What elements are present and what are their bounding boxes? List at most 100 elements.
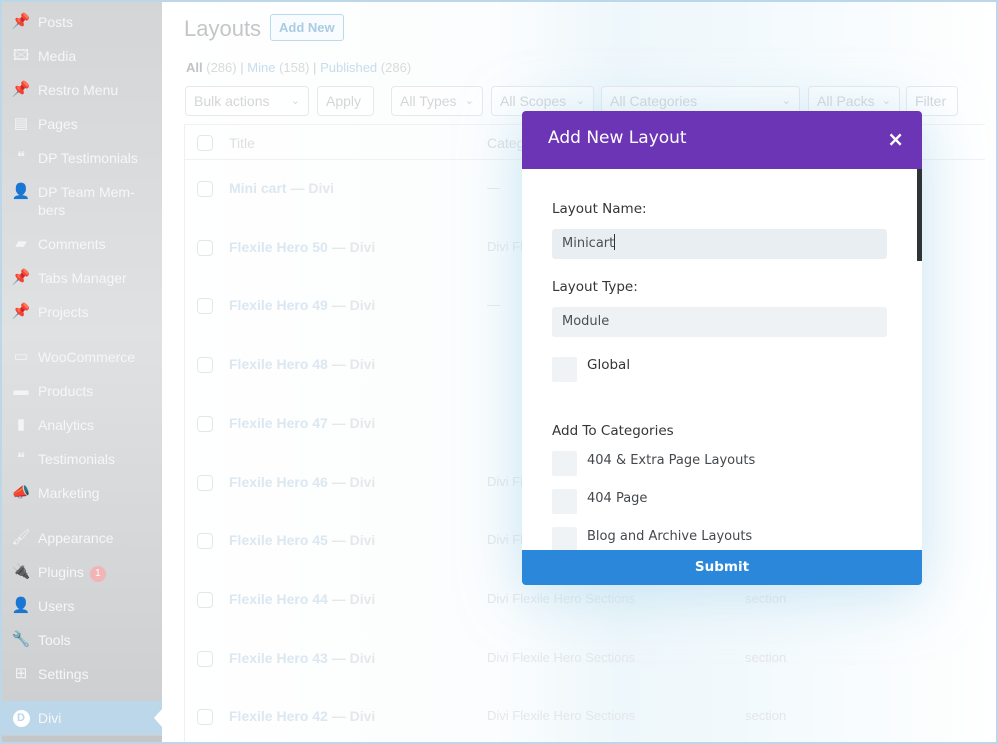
row-title-link[interactable]: Flexile Hero 45 — Divi xyxy=(229,532,375,548)
settings-icon: ⊞ xyxy=(14,665,28,682)
layout-type-select[interactable]: Module xyxy=(552,307,887,337)
all-categories-label: All Categories xyxy=(610,93,698,109)
sidebar-label-text: Plugins xyxy=(38,564,84,580)
row-title: Flexile Hero 48 xyxy=(229,356,328,373)
modal-scrollbar[interactable] xyxy=(917,169,922,261)
bulk-actions-select[interactable]: Bulk actions ⌄ xyxy=(185,86,309,116)
category-checkbox[interactable] xyxy=(552,451,577,476)
sidebar-item-products[interactable]: ▬ Products xyxy=(2,382,162,400)
sidebar-label-text: Tabs Manager xyxy=(38,270,127,286)
sidebar-item-media[interactable]: 🖾 Media xyxy=(2,47,162,65)
row-title-link[interactable]: Flexile Hero 49 — Divi xyxy=(229,297,375,313)
row-title-link[interactable]: Flexile Hero 47 — Divi xyxy=(229,415,375,431)
sidebar-item-woocommerce[interactable]: ▭ WooCommerce xyxy=(2,348,162,366)
apply-button[interactable]: Apply xyxy=(317,86,374,116)
sidebar-item-label: Pages xyxy=(38,115,148,133)
sidebar-item-label: DP Team Mem-bers xyxy=(38,183,148,219)
row-title-link[interactable]: Flexile Hero 48 — Divi xyxy=(229,356,375,372)
row-category: Divi Flexile Hero Sections xyxy=(487,708,636,724)
apply-label: Apply xyxy=(326,93,362,109)
row-title: Flexile Hero 46 xyxy=(229,473,328,490)
sidebar-item-tabs-manager[interactable]: 📌 Tabs Manager xyxy=(2,269,162,287)
view-filters: All (286) | Mine (158) | Published (286) xyxy=(186,60,411,75)
row-checkbox[interactable] xyxy=(197,415,213,432)
row-title-link[interactable]: Flexile Hero 44 — Divi xyxy=(229,591,375,607)
sidebar-item-label: Restro Menu xyxy=(38,81,148,99)
sidebar-item-marketing[interactable]: 📣 Marketing xyxy=(2,484,162,502)
global-checkbox[interactable] xyxy=(552,357,577,382)
category-checkbox[interactable] xyxy=(552,527,577,552)
row-checkbox[interactable] xyxy=(197,239,213,256)
chevron-down-icon: ⌄ xyxy=(464,95,474,107)
quote-icon: ❝ xyxy=(16,149,26,166)
user-icon: 👤 xyxy=(11,597,31,614)
row-title-link[interactable]: Mini cart — Divi xyxy=(229,180,334,196)
sidebar-item-dp-team-mem-bers[interactable]: 👤 DP Team Mem-bers xyxy=(2,183,162,219)
column-title[interactable]: Title xyxy=(229,135,255,151)
sidebar-item-divi[interactable]: D Divi xyxy=(2,701,162,735)
row-checkbox[interactable] xyxy=(197,298,213,315)
plugin-icon: 🔌 xyxy=(11,563,31,580)
sidebar-label-text: Pages xyxy=(38,116,78,132)
sidebar-item-testimonials[interactable]: ❝ Testimonials xyxy=(2,450,162,468)
sidebar-item-tools[interactable]: 🔧 Tools xyxy=(2,631,162,649)
row-category: — xyxy=(487,180,500,195)
row-title-link[interactable]: Flexile Hero 43 — Divi xyxy=(229,650,375,666)
row-checkbox[interactable] xyxy=(197,181,213,197)
all-types-select[interactable]: All Types ⌄ xyxy=(391,86,483,116)
layout-name-label: Layout Name: xyxy=(552,201,647,217)
sidebar-label-text: Testimonials xyxy=(38,451,116,467)
modal-header: Add New Layout × xyxy=(522,111,922,169)
row-checkbox[interactable] xyxy=(197,709,213,726)
all-packs-label: All Packs xyxy=(817,93,875,109)
filter-all[interactable]: All xyxy=(186,60,203,75)
row-title-link[interactable]: Flexile Hero 46 — Divi xyxy=(229,474,375,490)
filter-mine-count: (158) xyxy=(279,60,310,75)
close-icon[interactable]: × xyxy=(887,128,904,150)
select-all-checkbox[interactable] xyxy=(197,135,213,151)
sidebar-item-label: Analytics xyxy=(38,416,148,434)
row-title-link[interactable]: Flexile Hero 50 — Divi xyxy=(229,239,375,255)
filter-published[interactable]: Published xyxy=(320,60,377,75)
add-new-layout-modal: Add New Layout × Layout Name: Minicart L… xyxy=(522,111,922,585)
row-title-suffix: — Divi xyxy=(327,532,376,549)
page-title: Layouts xyxy=(184,16,262,41)
row-checkbox[interactable] xyxy=(197,474,213,491)
sidebar-item-settings[interactable]: ⊞ Settings xyxy=(2,665,162,683)
sidebar-item-label: DP Testimonials xyxy=(38,149,148,167)
row-title-suffix: — Divi xyxy=(327,708,376,725)
row-title: Flexile Hero 43 xyxy=(229,649,328,666)
row-type: section xyxy=(745,590,787,606)
sidebar-label-text: Media xyxy=(38,48,77,64)
sidebar-item-label: Appearance xyxy=(38,529,148,547)
row-title-link[interactable]: Flexile Hero 42 — Divi xyxy=(229,708,375,724)
sidebar-item-comments[interactable]: ▰ Comments xyxy=(2,235,162,253)
row-checkbox[interactable] xyxy=(197,650,213,667)
divi-logo: D xyxy=(12,709,30,727)
layout-name-input[interactable]: Minicart xyxy=(552,229,887,259)
add-new-button[interactable]: Add New xyxy=(270,14,344,41)
sidebar-item-label: Testimonials xyxy=(38,450,148,468)
category-checkbox[interactable] xyxy=(552,489,577,514)
row-checkbox[interactable] xyxy=(197,533,213,550)
sidebar-item-restro-menu[interactable]: 📌 Restro Menu xyxy=(2,81,162,99)
sidebar-item-plugins[interactable]: 🔌 Plugins 1 xyxy=(2,563,162,582)
row-checkbox[interactable] xyxy=(197,357,213,374)
category-label: 404 & Extra Page Layouts xyxy=(587,453,756,468)
row-title-suffix: — Divi xyxy=(327,414,376,431)
category-label: 404 Page xyxy=(587,491,648,506)
sidebar-item-posts[interactable]: 📌 Posts xyxy=(2,13,162,31)
submit-button[interactable]: Submit xyxy=(522,550,922,585)
sidebar-item-appearance[interactable]: 🖌 Appearance xyxy=(2,529,162,547)
sidebar-item-users[interactable]: 👤 Users xyxy=(2,597,162,615)
sidebar-item-label: Projects xyxy=(38,303,148,321)
sidebar-item-projects[interactable]: 📌 Projects xyxy=(2,303,162,321)
sidebar-item-dp-testimonials[interactable]: ❝ DP Testimonials xyxy=(2,149,162,167)
filter-mine[interactable]: Mine xyxy=(247,60,275,75)
row-checkbox[interactable] xyxy=(197,591,213,608)
row-category: Divi Flexile Hero Sections xyxy=(487,590,636,606)
sidebar-item-analytics[interactable]: ▮ Analytics xyxy=(2,416,162,434)
row-title: Flexile Hero 47 xyxy=(229,414,328,431)
global-label: Global xyxy=(587,357,631,373)
sidebar-item-pages[interactable]: ▤ Pages xyxy=(2,115,162,133)
